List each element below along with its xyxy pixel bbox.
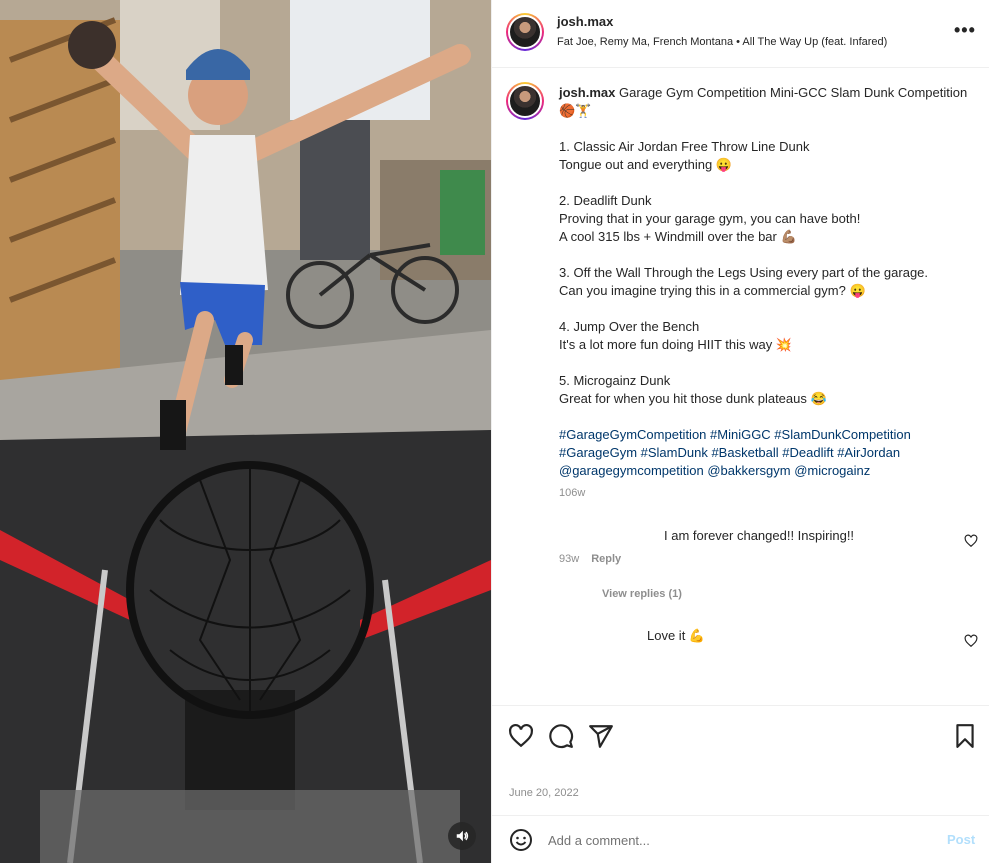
more-horizontal-icon[interactable]: ••• bbox=[954, 20, 976, 41]
comment-text: I am forever changed!! Inspiring!! bbox=[664, 528, 855, 543]
comment-icon[interactable] bbox=[548, 723, 574, 749]
comment-meta: 93w Reply bbox=[559, 553, 621, 565]
instagram-post-modal: josh.max Fat Joe, Remy Ma, French Montan… bbox=[0, 0, 989, 863]
comment-like-heart-icon[interactable] bbox=[964, 634, 978, 648]
caption-title: Garage Gym Competition Mini-GCC Slam Dun… bbox=[559, 85, 968, 118]
caption-item-3: 3. Off the Wall Through the Legs Using e… bbox=[559, 265, 929, 298]
post-header: josh.max Fat Joe, Remy Ma, French Montan… bbox=[492, 0, 989, 68]
caption-item-1: 1. Classic Air Jordan Free Throw Line Du… bbox=[559, 139, 810, 172]
comment-text: Love it 💪 bbox=[647, 628, 706, 643]
post-side-panel: josh.max Fat Joe, Remy Ma, French Montan… bbox=[491, 0, 989, 863]
view-replies-link[interactable]: View replies (1) bbox=[602, 588, 682, 600]
bookmark-icon[interactable] bbox=[952, 723, 978, 749]
caption-avatar[interactable] bbox=[506, 82, 544, 120]
share-icon[interactable] bbox=[588, 723, 614, 749]
post-video[interactable] bbox=[0, 0, 491, 863]
post-caption: josh.max Garage Gym Competition Mini-GCC… bbox=[559, 84, 969, 480]
caption-item-5: 5. Microgainz Dunk Great for when you hi… bbox=[559, 373, 827, 406]
audio-toggle-button[interactable] bbox=[448, 822, 476, 850]
avatar[interactable] bbox=[506, 13, 544, 51]
post-actions bbox=[492, 705, 989, 765]
emoji-icon[interactable] bbox=[509, 828, 533, 852]
audio-track-link[interactable]: Fat Joe, Remy Ma, French Montana • All T… bbox=[557, 36, 887, 48]
reply-button[interactable]: Reply bbox=[591, 553, 621, 565]
heart-icon[interactable] bbox=[508, 723, 534, 749]
speaker-icon bbox=[456, 830, 469, 842]
header-username[interactable]: josh.max bbox=[557, 14, 613, 29]
comment-input[interactable] bbox=[548, 828, 928, 852]
comment-like-heart-icon[interactable] bbox=[964, 534, 978, 548]
caption-item-2: 2. Deadlift Dunk Proving that in your ga… bbox=[559, 193, 861, 244]
post-comment-button[interactable]: Post bbox=[947, 832, 975, 847]
caption-username[interactable]: josh.max bbox=[559, 85, 615, 100]
video-frame bbox=[0, 0, 491, 863]
caption-timestamp: 106w bbox=[559, 487, 586, 499]
post-date: June 20, 2022 bbox=[509, 787, 579, 799]
add-comment-bar: Post bbox=[492, 815, 989, 863]
comment-time: 93w bbox=[559, 553, 580, 565]
caption-item-4: 4. Jump Over the Bench It's a lot more f… bbox=[559, 319, 793, 352]
caption-hashtags[interactable]: #GarageGymCompetition #MiniGGC #SlamDunk… bbox=[559, 426, 969, 480]
